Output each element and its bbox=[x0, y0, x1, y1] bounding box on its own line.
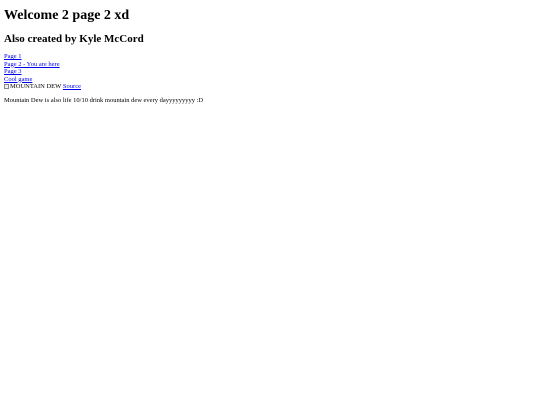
image-source-link[interactable]: Source bbox=[63, 83, 81, 90]
page-nav: Page 1 Page 2 - You are here Page 3 Cool… bbox=[4, 53, 60, 83]
page-title: Welcome 2 page 2 xd bbox=[4, 8, 130, 23]
broken-image-icon bbox=[4, 83, 9, 89]
image-alt-text: MOUNTAIN DEW bbox=[10, 83, 62, 90]
page-body: { "heading": { "title": "Welcome 2 page … bbox=[0, 0, 540, 405]
page-subtitle: Also created by Kyle McCord bbox=[4, 33, 144, 45]
nav-link-cool-game[interactable]: Cool game bbox=[4, 76, 60, 84]
nav-link-page-2[interactable]: Page 2 - You are here bbox=[4, 61, 60, 69]
image-row: MOUNTAIN DEW Source bbox=[4, 83, 81, 91]
nav-link-page-3[interactable]: Page 3 bbox=[4, 68, 60, 76]
mountain-dew-image: MOUNTAIN DEW bbox=[4, 83, 61, 91]
body-paragraph: Mountain Dew is also life 10/10 drink mo… bbox=[4, 97, 204, 104]
nav-link-page-1[interactable]: Page 1 bbox=[4, 53, 60, 61]
